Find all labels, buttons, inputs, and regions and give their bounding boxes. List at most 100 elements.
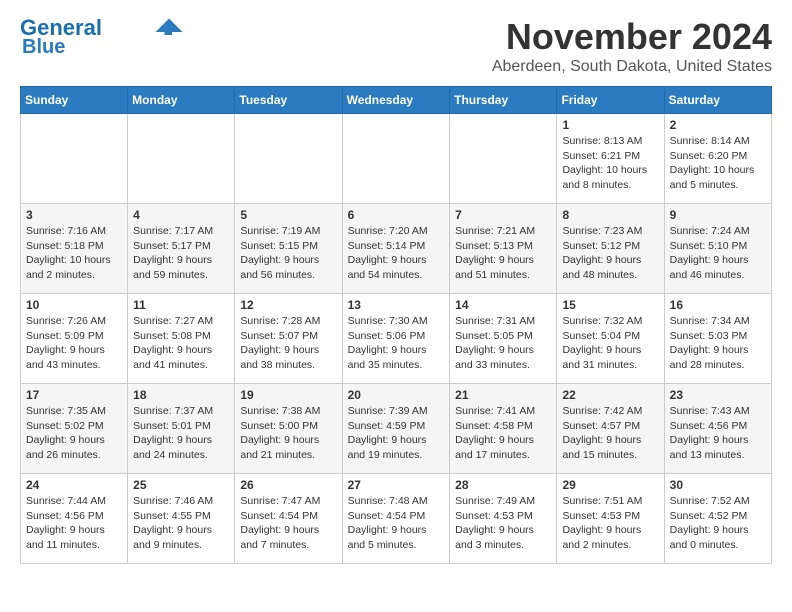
day-number: 14 [455,298,551,312]
day-number: 30 [670,478,766,492]
calendar-day-cell: 4Sunrise: 7:17 AM Sunset: 5:17 PM Daylig… [128,204,235,294]
day-info: Sunrise: 7:51 AM Sunset: 4:53 PM Dayligh… [562,494,658,553]
day-number: 11 [133,298,229,312]
calendar-day-cell: 19 Sunrise: 7:38 AM Sunset: 5:00 PM Dayli… [235,384,342,474]
day-info: Sunrise: 7:47 AM Sunset: 4:54 PM Dayligh… [240,494,336,553]
day-number: 1 [562,118,658,132]
day-number: 16 [670,298,766,312]
calendar-day-cell: 18 Sunrise: 7:37 AM Sunset: 5:01 PM Dayli… [128,384,235,474]
weekday-header: Monday [128,87,235,114]
calendar-day-cell [342,114,450,204]
day-info: Sunrise: 7:30 AM Sunset: 5:06 PM Dayligh… [348,314,445,373]
day-number: 29 [562,478,658,492]
calendar-body: 1Sunrise: 8:13 AM Sunset: 6:21 PM Daylig… [21,114,772,564]
day-number: 21 [455,388,551,402]
month-title: November 2024 [492,16,772,58]
calendar-day-cell: 28 Sunrise: 7:49 AM Sunset: 4:53 PM Dayli… [450,474,557,564]
day-number: 25 [133,478,229,492]
day-number: 24 [26,478,122,492]
weekday-header: Friday [557,87,664,114]
day-info: Sunrise: 7:35 AM Sunset: 5:02 PM Dayligh… [26,404,122,463]
day-number: 10 [26,298,122,312]
day-number: 7 [455,208,551,222]
day-info: Sunrise: 7:38 AM Sunset: 5:00 PM Dayligh… [240,404,336,463]
logo-blue-text: Blue [20,36,65,58]
calendar-week-row: 10 Sunrise: 7:26 AM Sunset: 5:09 PM Dayli… [21,294,772,384]
day-info: Sunrise: 7:20 AM Sunset: 5:14 PM Dayligh… [348,224,445,283]
calendar-day-cell: 1Sunrise: 8:13 AM Sunset: 6:21 PM Daylig… [557,114,664,204]
calendar-day-cell: 13 Sunrise: 7:30 AM Sunset: 5:06 PM Dayli… [342,294,450,384]
day-info: Sunrise: 7:44 AM Sunset: 4:56 PM Dayligh… [26,494,122,553]
day-info: Sunrise: 7:23 AM Sunset: 5:12 PM Dayligh… [562,224,658,283]
calendar-day-cell: 22Sunrise: 7:42 AM Sunset: 4:57 PM Dayli… [557,384,664,474]
calendar-day-cell: 24 Sunrise: 7:44 AM Sunset: 4:56 PM Dayli… [21,474,128,564]
calendar-day-cell: 3 Sunrise: 7:16 AM Sunset: 5:18 PM Daylig… [21,204,128,294]
calendar-day-cell: 11 Sunrise: 7:27 AM Sunset: 5:08 PM Dayli… [128,294,235,384]
weekday-header: Sunday [21,87,128,114]
day-info: Sunrise: 7:19 AM Sunset: 5:15 PM Dayligh… [240,224,336,283]
calendar-day-cell: 12 Sunrise: 7:28 AM Sunset: 5:07 PM Dayli… [235,294,342,384]
calendar-day-cell: 29 Sunrise: 7:51 AM Sunset: 4:53 PM Dayli… [557,474,664,564]
day-info: Sunrise: 7:49 AM Sunset: 4:53 PM Dayligh… [455,494,551,553]
day-info: Sunrise: 7:26 AM Sunset: 5:09 PM Dayligh… [26,314,122,373]
calendar-table: SundayMondayTuesdayWednesdayThursdayFrid… [20,86,772,564]
calendar-week-row: 3 Sunrise: 7:16 AM Sunset: 5:18 PM Daylig… [21,204,772,294]
day-info: Sunrise: 7:28 AM Sunset: 5:07 PM Dayligh… [240,314,336,373]
logo-icon [154,17,184,35]
calendar-day-cell: 6 Sunrise: 7:20 AM Sunset: 5:14 PM Daylig… [342,204,450,294]
calendar-day-cell [21,114,128,204]
calendar-day-cell: 25Sunrise: 7:46 AM Sunset: 4:55 PM Dayli… [128,474,235,564]
calendar-day-cell: 15 Sunrise: 7:32 AM Sunset: 5:04 PM Dayli… [557,294,664,384]
day-number: 6 [348,208,445,222]
day-number: 12 [240,298,336,312]
day-info: Sunrise: 7:24 AM Sunset: 5:10 PM Dayligh… [670,224,766,283]
day-info: Sunrise: 7:37 AM Sunset: 5:01 PM Dayligh… [133,404,229,463]
calendar-day-cell: 27Sunrise: 7:48 AM Sunset: 4:54 PM Dayli… [342,474,450,564]
page-header: General Blue November 2024 Aberdeen, Sou… [20,16,772,76]
calendar-day-cell [128,114,235,204]
calendar-day-cell: 5 Sunrise: 7:19 AM Sunset: 5:15 PM Daylig… [235,204,342,294]
day-number: 15 [562,298,658,312]
day-number: 13 [348,298,445,312]
day-number: 18 [133,388,229,402]
location-title: Aberdeen, South Dakota, United States [492,58,772,76]
day-info: Sunrise: 7:31 AM Sunset: 5:05 PM Dayligh… [455,314,551,373]
calendar-day-cell: 26 Sunrise: 7:47 AM Sunset: 4:54 PM Dayli… [235,474,342,564]
weekday-header: Saturday [664,87,771,114]
calendar-day-cell: 8 Sunrise: 7:23 AM Sunset: 5:12 PM Daylig… [557,204,664,294]
day-info: Sunrise: 7:27 AM Sunset: 5:08 PM Dayligh… [133,314,229,373]
day-info: Sunrise: 7:32 AM Sunset: 5:04 PM Dayligh… [562,314,658,373]
day-info: Sunrise: 7:39 AM Sunset: 4:59 PM Dayligh… [348,404,445,463]
calendar-day-cell: 9 Sunrise: 7:24 AM Sunset: 5:10 PM Daylig… [664,204,771,294]
day-info: Sunrise: 7:17 AM Sunset: 5:17 PM Dayligh… [133,224,229,283]
title-area: November 2024 Aberdeen, South Dakota, Un… [492,16,772,76]
day-number: 28 [455,478,551,492]
calendar-week-row: 1Sunrise: 8:13 AM Sunset: 6:21 PM Daylig… [21,114,772,204]
calendar-day-cell: 2 Sunrise: 8:14 AM Sunset: 6:20 PM Daylig… [664,114,771,204]
calendar-day-cell [450,114,557,204]
calendar-day-cell: 7 Sunrise: 7:21 AM Sunset: 5:13 PM Daylig… [450,204,557,294]
calendar-day-cell: 16Sunrise: 7:34 AM Sunset: 5:03 PM Dayli… [664,294,771,384]
calendar-week-row: 17 Sunrise: 7:35 AM Sunset: 5:02 PM Dayli… [21,384,772,474]
calendar-day-cell: 30 Sunrise: 7:52 AM Sunset: 4:52 PM Dayli… [664,474,771,564]
day-number: 8 [562,208,658,222]
day-number: 26 [240,478,336,492]
day-number: 9 [670,208,766,222]
day-info: Sunrise: 8:14 AM Sunset: 6:20 PM Dayligh… [670,134,766,193]
day-number: 5 [240,208,336,222]
day-number: 20 [348,388,445,402]
day-number: 2 [670,118,766,132]
day-number: 19 [240,388,336,402]
calendar-day-cell: 20 Sunrise: 7:39 AM Sunset: 4:59 PM Dayli… [342,384,450,474]
calendar-day-cell: 21 Sunrise: 7:41 AM Sunset: 4:58 PM Dayli… [450,384,557,474]
calendar-day-cell [235,114,342,204]
day-info: Sunrise: 7:41 AM Sunset: 4:58 PM Dayligh… [455,404,551,463]
day-info: Sunrise: 7:52 AM Sunset: 4:52 PM Dayligh… [670,494,766,553]
calendar-week-row: 24 Sunrise: 7:44 AM Sunset: 4:56 PM Dayli… [21,474,772,564]
day-number: 17 [26,388,122,402]
calendar-day-cell: 23Sunrise: 7:43 AM Sunset: 4:56 PM Dayli… [664,384,771,474]
day-number: 3 [26,208,122,222]
day-info: Sunrise: 7:16 AM Sunset: 5:18 PM Dayligh… [26,224,122,283]
weekday-header: Wednesday [342,87,450,114]
day-info: Sunrise: 7:21 AM Sunset: 5:13 PM Dayligh… [455,224,551,283]
